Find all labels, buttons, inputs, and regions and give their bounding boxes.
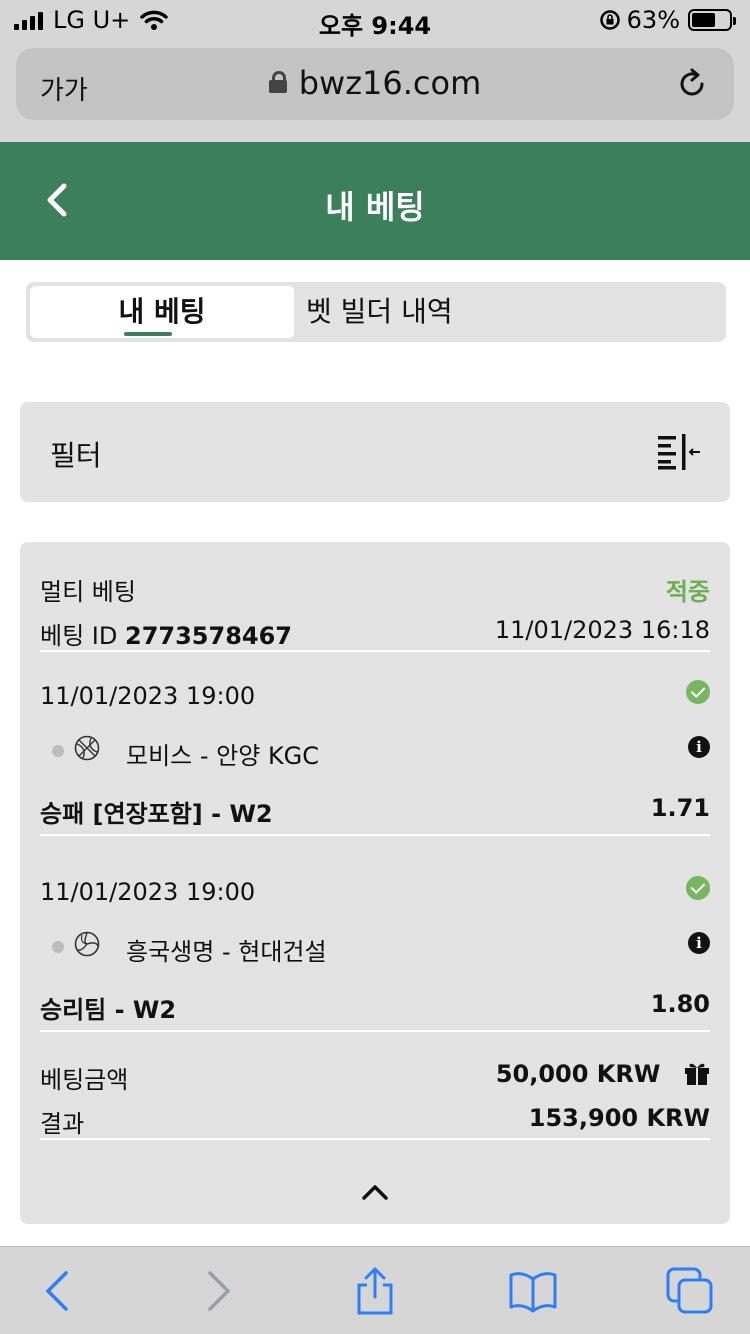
- result-value: 153,900 KRW: [528, 1104, 710, 1132]
- info-icon[interactable]: i: [688, 736, 710, 758]
- volleyball-icon: [74, 931, 100, 957]
- divider: [40, 834, 710, 836]
- battery-percent: 63%: [626, 6, 680, 34]
- page-title: 내 베팅: [325, 188, 425, 226]
- tab-bet-builder-history[interactable]: 벳 빌더 내역: [306, 286, 506, 338]
- divider: [40, 650, 710, 652]
- selection-1-market: 승패 [연장포함] - W2: [40, 800, 273, 828]
- active-tab-indicator: [124, 332, 172, 336]
- stake-value-group: 50,000 KRW: [496, 1060, 710, 1088]
- selection-2-match-row: 흥국생명 - 현대건설 i: [40, 931, 710, 966]
- gift-icon: [685, 1063, 709, 1085]
- reload-icon[interactable]: [674, 66, 710, 102]
- filter-bar[interactable]: 필터: [20, 402, 730, 502]
- browser-toolbar: [0, 1246, 750, 1334]
- address-bar[interactable]: 가가 bwz16.com: [16, 48, 734, 120]
- selection-1-datetime: 11/01/2023 19:00: [40, 682, 256, 710]
- forward-icon[interactable]: [196, 1267, 240, 1315]
- win-check-icon: [686, 680, 710, 704]
- basketball-icon: [74, 735, 100, 761]
- bet-type-row: 멀티 베팅 적중: [40, 572, 710, 607]
- selection-1-match-row: 모비스 - 안양 KGC i: [40, 735, 710, 770]
- divider: [40, 1030, 710, 1032]
- selection-2-market-row: 승리팀 - W2 1.80: [40, 990, 710, 1025]
- selection-2-datetime: 11/01/2023 19:00: [40, 878, 256, 906]
- status-dot: [52, 941, 64, 953]
- chevron-up-icon[interactable]: [360, 1182, 390, 1202]
- bet-placed-time: 11/01/2023 16:18: [494, 616, 710, 644]
- stake-row: 베팅금액 50,000 KRW: [40, 1060, 710, 1095]
- selection-1-match[interactable]: 모비스 - 안양 KGC: [126, 736, 319, 771]
- win-check-icon: [686, 876, 710, 900]
- app-header: 내 베팅: [0, 142, 750, 260]
- stake-label: 베팅금액: [40, 1066, 129, 1094]
- info-icon[interactable]: i: [688, 932, 710, 954]
- selection-2-market: 승리팀 - W2: [40, 996, 177, 1024]
- orientation-lock-icon: [599, 10, 620, 30]
- tab-my-bets-label: 내 베팅: [118, 295, 206, 328]
- lock-icon: [268, 71, 287, 93]
- stake-value: 50,000 KRW: [495, 1060, 661, 1088]
- result-row: 결과 153,900 KRW: [40, 1104, 710, 1139]
- divider: [40, 1138, 710, 1140]
- selection-1-datetime-row: 11/01/2023 19:00: [40, 680, 710, 710]
- browser-url-area: 가가 bwz16.com: [0, 40, 750, 142]
- bet-type: 멀티 베팅: [40, 578, 136, 606]
- selection-2-match[interactable]: 흥국생명 - 현대건설: [126, 932, 327, 967]
- bet-id-value: 2773578467: [125, 622, 292, 650]
- selection-2-datetime-row: 11/01/2023 19:00: [40, 876, 710, 906]
- share-icon[interactable]: [353, 1267, 397, 1315]
- url-display[interactable]: bwz16.com: [16, 64, 734, 102]
- bookmarks-icon[interactable]: [508, 1267, 558, 1315]
- bet-card: 멀티 베팅 적중 베팅 ID 2773578467 11/01/2023 16:…: [20, 542, 730, 1224]
- selection-1-odds: 1.71: [650, 794, 710, 822]
- tab-bar: 내 베팅 벳 빌더 내역: [26, 282, 726, 342]
- filter-icon[interactable]: [658, 434, 700, 470]
- selection-1-market-row: 승패 [연장포함] - W2 1.71: [40, 794, 710, 829]
- tab-my-bets[interactable]: 내 베팅: [30, 286, 294, 338]
- selection-2-odds: 1.80: [650, 990, 710, 1018]
- result-label: 결과: [40, 1110, 85, 1138]
- status-right: 63%: [599, 6, 736, 34]
- back-icon[interactable]: [36, 1267, 80, 1315]
- status-bar: LG U+ 오후 9:44 63%: [0, 0, 750, 40]
- status-dot: [52, 745, 64, 757]
- bet-status-badge: 적중: [665, 578, 710, 606]
- tabs-icon[interactable]: [666, 1267, 714, 1315]
- bet-id-row: 베팅 ID 2773578467 11/01/2023 16:18: [40, 616, 710, 651]
- bet-id-label: 베팅 ID: [40, 622, 118, 650]
- tab-bet-builder-label: 벳 빌더 내역: [306, 295, 453, 328]
- battery-icon: [688, 9, 736, 31]
- filter-label: 필터: [50, 439, 102, 472]
- url-text: bwz16.com: [298, 64, 482, 102]
